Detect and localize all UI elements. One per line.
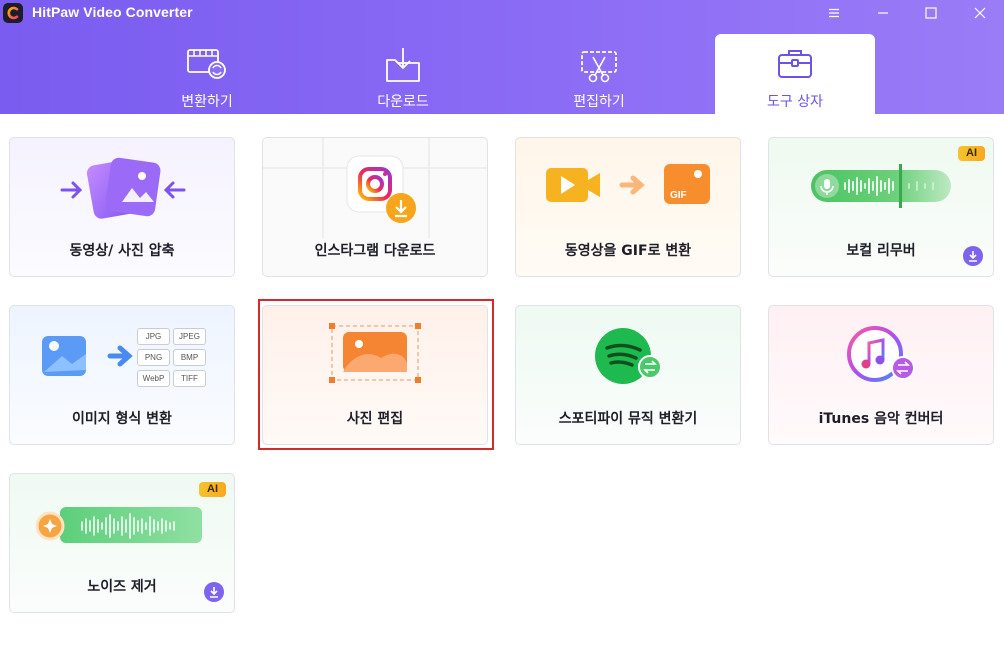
format-chip: TIFF (173, 370, 206, 387)
tool-label: 동영상/ 사진 압축 (69, 243, 175, 259)
tool-card-spotify[interactable]: 스포티파이 뮤직 변환기 (515, 305, 741, 445)
tool-label: 스포티파이 뮤직 변환기 (558, 411, 698, 427)
format-chip: BMP (173, 349, 206, 366)
app-logo (3, 3, 23, 23)
tool-card-noise-remover[interactable]: AI 노이즈 제거 (9, 473, 235, 613)
tool-label: 동영상을 GIF로 변환 (564, 243, 692, 259)
tab-label: 변환하기 (181, 94, 233, 110)
tab-convert[interactable]: 변환하기 (127, 34, 287, 114)
download-folder-icon (383, 46, 423, 88)
format-chip: JPEG (173, 328, 206, 345)
tool-card-image-convert[interactable]: JPG JPEG PNG BMP WebP TIFF 이미지 형식 변환 (9, 305, 235, 445)
close-icon[interactable] (967, 2, 993, 24)
ai-badge: AI (199, 482, 226, 497)
tab-label: 편집하기 (573, 94, 625, 110)
minimize-icon[interactable] (870, 2, 896, 24)
tool-label: 인스타그램 다운로드 (314, 243, 436, 259)
ai-badge: AI (958, 146, 985, 161)
compress-icon (10, 138, 234, 238)
spotify-icon (516, 306, 740, 406)
svg-text:GIF: GIF (670, 190, 687, 201)
tool-card-itunes[interactable]: iTunes 음악 컨버터 (768, 305, 994, 445)
toolbox-icon (775, 46, 815, 86)
tool-label: 이미지 형식 변환 (72, 411, 172, 427)
selection-highlight (258, 299, 494, 450)
title-bar: HitPaw Video Converter 변환하기 다운로드 편집하기 도구… (0, 0, 1004, 114)
tool-label: iTunes 음악 컨버터 (818, 411, 944, 427)
format-chip: WebP (137, 370, 170, 387)
format-chip: JPG (137, 328, 170, 345)
tool-card-instagram[interactable]: 인스타그램 다운로드 (262, 137, 488, 277)
tab-edit[interactable]: 편집하기 (519, 34, 679, 114)
tab-label: 도구 상자 (767, 94, 823, 110)
format-chip: PNG (137, 349, 170, 366)
instagram-icon (263, 138, 487, 238)
maximize-icon[interactable] (918, 2, 944, 24)
scissors-icon (579, 46, 619, 88)
tool-card-video-to-gif[interactable]: GIF 동영상을 GIF로 변환 (515, 137, 741, 277)
tool-card-compress[interactable]: 동영상/ 사진 압축 (9, 137, 235, 277)
download-icon[interactable] (963, 246, 983, 266)
tab-toolbox[interactable]: 도구 상자 (715, 34, 875, 114)
tab-label: 다운로드 (377, 94, 429, 110)
tab-download[interactable]: 다운로드 (323, 34, 483, 114)
download-icon[interactable] (204, 582, 224, 602)
tool-label: 노이즈 제거 (87, 579, 157, 595)
tool-card-vocal-remover[interactable]: AI 보컬 리무버 (768, 137, 994, 277)
film-convert-icon (186, 46, 228, 86)
menu-icon[interactable] (821, 2, 847, 24)
video-to-gif-icon: GIF (516, 138, 740, 238)
app-title: HitPaw Video Converter (32, 4, 193, 20)
itunes-icon (769, 306, 993, 406)
tool-label: 보컬 리무버 (846, 243, 916, 259)
